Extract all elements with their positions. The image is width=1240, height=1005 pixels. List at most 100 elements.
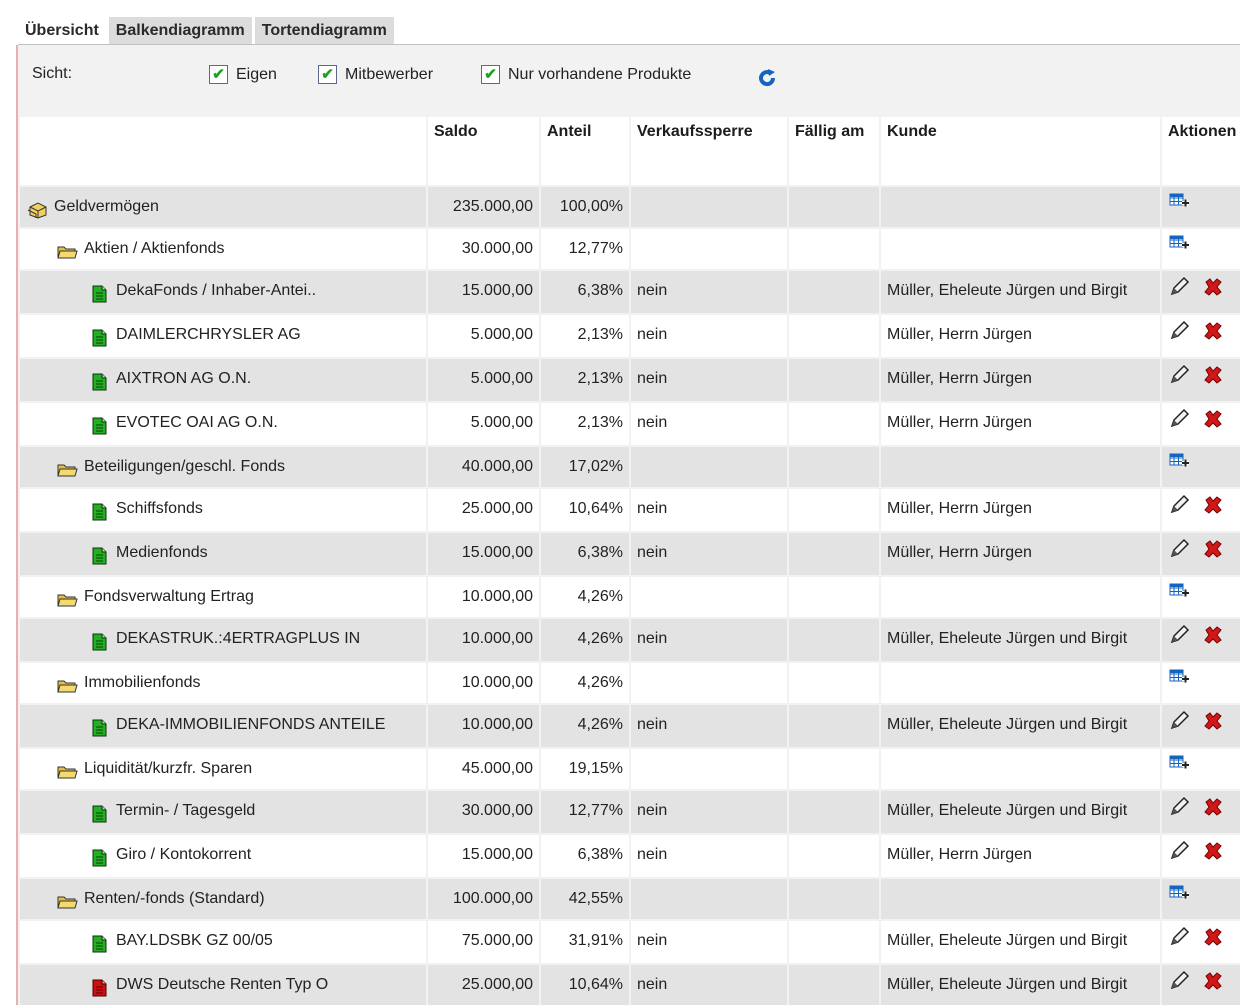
checkbox-mitbewerber[interactable]: ✔ xyxy=(318,65,337,84)
row-saldo: 10.000,00 xyxy=(428,619,539,661)
table-row[interactable]: Termin- / Tagesgeld 30.000,00 12,77% nein Mü… xyxy=(20,791,1240,833)
row-saldo: 5.000,00 xyxy=(428,403,539,445)
table-row[interactable]: BAY.LDSBK GZ 00/05 75.000,00 31,91% nein Mül… xyxy=(20,921,1240,963)
row-faellig xyxy=(789,835,879,877)
row-saldo: 15.000,00 xyxy=(428,271,539,313)
row-kunde: Müller, Herrn Jürgen xyxy=(881,315,1160,357)
add-position-icon[interactable] xyxy=(1168,582,1190,612)
row-saldo: 5.000,00 xyxy=(428,315,539,357)
row-saldo: 30.000,00 xyxy=(428,229,539,269)
row-name: Aktien / Aktienfonds xyxy=(84,240,225,257)
edit-pencil-icon[interactable] xyxy=(1168,970,1190,1002)
delete-icon[interactable] xyxy=(1202,926,1224,958)
table-row[interactable]: DEKA-IMMOBILIENFONDS ANTEILE 10.000,00 4,2… xyxy=(20,705,1240,747)
delete-icon[interactable] xyxy=(1202,494,1224,526)
table-row[interactable]: Renten/-fonds (Standard) 100.000,00 42,55% xyxy=(20,879,1240,919)
delete-icon[interactable] xyxy=(1202,538,1224,570)
row-saldo: 5.000,00 xyxy=(428,359,539,401)
table-row[interactable]: Schiffsfonds 25.000,00 10,64% nein Müller, H… xyxy=(20,489,1240,531)
row-name-cell: Schiffsfonds xyxy=(20,489,426,531)
folder-icon xyxy=(56,756,78,779)
row-faellig xyxy=(789,315,879,357)
delete-icon[interactable] xyxy=(1202,276,1224,308)
table-row[interactable]: Medienfonds 15.000,00 6,38% nein Müller, Her… xyxy=(20,533,1240,575)
delete-icon[interactable] xyxy=(1202,364,1224,396)
add-position-icon[interactable] xyxy=(1168,452,1190,482)
add-position-icon[interactable] xyxy=(1168,668,1190,698)
row-actions xyxy=(1162,359,1240,401)
row-faellig xyxy=(789,447,879,487)
add-position-icon[interactable] xyxy=(1168,884,1190,914)
table-row[interactable]: DEKASTRUK.:4ERTRAGPLUS IN 10.000,00 4,26% n… xyxy=(20,619,1240,661)
table-row[interactable]: Immobilienfonds 10.000,00 4,26% xyxy=(20,663,1240,703)
row-faellig xyxy=(789,489,879,531)
delete-icon[interactable] xyxy=(1202,970,1224,1002)
filter-mitbewerber[interactable]: ✔ Mitbewerber xyxy=(318,65,433,84)
table-row[interactable]: DekaFonds / Inhaber-Antei.. 15.000,00 6,38… xyxy=(20,271,1240,313)
edit-pencil-icon[interactable] xyxy=(1168,624,1190,656)
document-green-icon xyxy=(88,366,110,391)
edit-pencil-icon[interactable] xyxy=(1168,276,1190,308)
row-name-cell: Immobilienfonds xyxy=(20,663,426,703)
table-row[interactable]: Liquidität/kurzfr. Sparen 45.000,00 19,15% xyxy=(20,749,1240,789)
refresh-icon[interactable] xyxy=(756,67,778,94)
filter-eigen[interactable]: ✔ Eigen xyxy=(209,65,277,84)
tab-tortendiagramm[interactable]: Tortendiagramm xyxy=(254,17,394,45)
row-verkaufssperre: nein xyxy=(631,835,787,877)
table-row[interactable]: Giro / Kontokorrent 15.000,00 6,38% nein Mül… xyxy=(20,835,1240,877)
delete-icon[interactable] xyxy=(1202,624,1224,656)
table-row[interactable]: DWS Deutsche Renten Typ O 25.000,00 10,64%… xyxy=(20,965,1240,1005)
table-row[interactable]: Geldvermögen 235.000,00 100,00% xyxy=(20,187,1240,227)
add-position-icon[interactable] xyxy=(1168,754,1190,784)
row-faellig xyxy=(789,577,879,617)
edit-pencil-icon[interactable] xyxy=(1168,538,1190,570)
filter-nur-vorhandene[interactable]: ✔ Nur vorhandene Produkte xyxy=(481,65,691,84)
row-name-cell: Liquidität/kurzfr. Sparen xyxy=(20,749,426,789)
row-anteil: 10,64% xyxy=(541,489,629,531)
table-row[interactable]: DAIMLERCHRYSLER AG 5.000,00 2,13% nein Mülle… xyxy=(20,315,1240,357)
delete-icon[interactable] xyxy=(1202,408,1224,440)
overview-panel: Sicht: ✔ Eigen ✔ Mitbewerber ✔ Nur vorha… xyxy=(16,45,1240,1005)
edit-pencil-icon[interactable] xyxy=(1168,364,1190,396)
row-anteil: 4,26% xyxy=(541,663,629,703)
row-actions xyxy=(1162,403,1240,445)
col-header-faellig: Fällig am xyxy=(789,117,879,185)
delete-icon[interactable] xyxy=(1202,710,1224,742)
edit-pencil-icon[interactable] xyxy=(1168,926,1190,958)
row-verkaufssperre: nein xyxy=(631,359,787,401)
add-position-icon[interactable] xyxy=(1168,234,1190,264)
row-anteil: 6,38% xyxy=(541,271,629,313)
row-name: Giro / Kontokorrent xyxy=(116,846,252,863)
table-row[interactable]: Fondsverwaltung Ertrag 10.000,00 4,26% xyxy=(20,577,1240,617)
table-row[interactable]: AIXTRON AG O.N. 5.000,00 2,13% nein Müller, … xyxy=(20,359,1240,401)
row-saldo: 10.000,00 xyxy=(428,663,539,703)
delete-icon[interactable] xyxy=(1202,840,1224,872)
table-row[interactable]: EVOTEC OAI AG O.N. 5.000,00 2,13% nein Mülle… xyxy=(20,403,1240,445)
document-green-icon xyxy=(88,322,110,347)
row-name: Geldvermögen xyxy=(54,198,159,215)
edit-pencil-icon[interactable] xyxy=(1168,840,1190,872)
checkbox-nur-vorhandene[interactable]: ✔ xyxy=(481,65,500,84)
add-position-icon[interactable] xyxy=(1168,192,1190,222)
row-kunde: Müller, Eheleute Jürgen und Birgit xyxy=(881,271,1160,313)
tab-balkendiagramm[interactable]: Balkendiagramm xyxy=(108,17,252,45)
checkbox-eigen[interactable]: ✔ xyxy=(209,65,228,84)
row-saldo: 40.000,00 xyxy=(428,447,539,487)
row-saldo: 25.000,00 xyxy=(428,965,539,1005)
table-row[interactable]: Beteiligungen/geschl. Fonds 40.000,00 17,0… xyxy=(20,447,1240,487)
delete-icon[interactable] xyxy=(1202,796,1224,828)
row-faellig xyxy=(789,705,879,747)
document-green-icon xyxy=(88,928,110,953)
delete-icon[interactable] xyxy=(1202,320,1224,352)
tab-bar: Übersicht Balkendiagramm Tortendiagramm xyxy=(18,17,397,45)
edit-pencil-icon[interactable] xyxy=(1168,408,1190,440)
row-saldo: 45.000,00 xyxy=(428,749,539,789)
edit-pencil-icon[interactable] xyxy=(1168,796,1190,828)
table-row[interactable]: Aktien / Aktienfonds 30.000,00 12,77% xyxy=(20,229,1240,269)
edit-pencil-icon[interactable] xyxy=(1168,710,1190,742)
tab-uebersicht[interactable]: Übersicht xyxy=(18,17,106,45)
edit-pencil-icon[interactable] xyxy=(1168,320,1190,352)
document-green-icon xyxy=(88,540,110,565)
edit-pencil-icon[interactable] xyxy=(1168,494,1190,526)
row-actions xyxy=(1162,577,1240,617)
